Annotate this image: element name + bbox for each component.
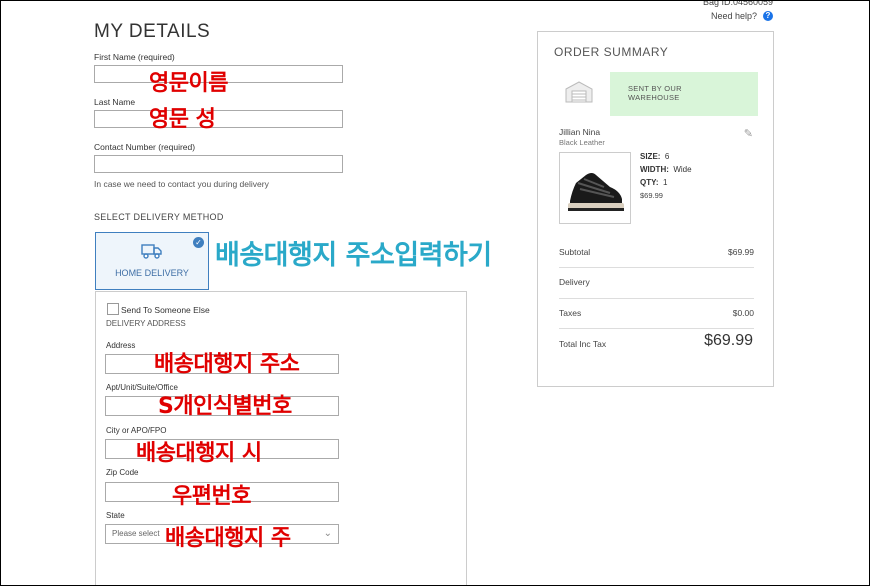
delivery-method-label: SELECT DELIVERY METHOD <box>94 212 224 222</box>
edit-pencil-icon[interactable]: ✎ <box>744 127 753 140</box>
delivery-address-heading: DELIVERY ADDRESS <box>106 319 186 328</box>
contact-number-label: Contact Number (required) <box>94 142 196 152</box>
width-label: WIDTH: <box>640 165 669 174</box>
qty-label: QTY: <box>640 178 659 187</box>
annotation-state: 배송대행지 주 <box>165 526 291 551</box>
home-delivery-option[interactable]: ✓ HOME DELIVERY <box>95 232 209 290</box>
warehouse-text: WAREHOUSE <box>628 93 680 102</box>
width-value: Wide <box>673 165 692 174</box>
state-label: State <box>106 511 125 520</box>
total-value: $69.99 <box>704 332 753 349</box>
page-title: MY DETAILS <box>94 21 211 42</box>
subtotal-row: Subtotal $69.99 <box>559 247 754 257</box>
sandal-icon <box>568 173 624 211</box>
chevron-down-icon: ⌄ <box>323 528 332 539</box>
delivery-label: Delivery <box>559 277 590 287</box>
delivery-row: Delivery <box>559 277 754 287</box>
sent-by-warehouse-badge: SENT BY OUR WAREHOUSE <box>610 72 758 116</box>
subtotal-label: Subtotal <box>559 247 591 257</box>
product-image <box>559 152 631 224</box>
last-name-label: Last Name <box>94 97 136 107</box>
total-label: Total Inc Tax <box>559 339 607 349</box>
send-someone-else-checkbox[interactable] <box>107 303 119 315</box>
contact-hint: In case we need to contact you during de… <box>94 179 269 189</box>
contact-number-input[interactable] <box>94 155 343 173</box>
city-label: City or APO/FPO <box>106 426 167 435</box>
product-name: Jillian Nina <box>559 127 601 137</box>
order-summary-title: ORDER SUMMARY <box>554 45 669 59</box>
bag-id: Bag ID:04560059 <box>702 0 773 7</box>
checkout-page: Bag ID:04560059 Need help? ? MY DETAILS … <box>0 0 870 586</box>
annotation-delivery-method: 배송대행지 주소입력하기 <box>215 240 492 271</box>
zip-label: Zip Code <box>106 468 139 477</box>
item-price: $69.99 <box>640 191 663 200</box>
annotation-address: 배송대행지 주소 <box>154 352 300 377</box>
subtotal-value: $69.99 <box>728 247 754 257</box>
need-help-text: Need help? <box>710 11 757 21</box>
annotation-last-name: 영문 성 <box>149 107 216 132</box>
warehouse-icon <box>565 81 593 103</box>
address-label: Address <box>106 341 136 350</box>
annotation-city: 배송대행지 시 <box>136 441 262 466</box>
taxes-row: Taxes $0.00 <box>559 308 754 318</box>
order-summary-panel: ORDER SUMMARY SENT BY OUR WAREHOUSE Jill… <box>537 31 774 387</box>
need-help-link[interactable]: Need help? ? <box>703 9 773 23</box>
last-name-input[interactable] <box>94 110 343 128</box>
size-value: 6 <box>664 152 670 161</box>
header-meta: Bag ID:04560059 Need help? ? <box>702 0 773 23</box>
divider <box>559 328 754 329</box>
truck-icon <box>141 244 162 259</box>
first-name-label: First Name (required) <box>94 52 175 62</box>
annotation-zip: 우편번호 <box>172 484 251 509</box>
send-someone-else-label: Send To Someone Else <box>121 305 210 315</box>
home-delivery-label: HOME DELIVERY <box>115 268 189 278</box>
annotation-first-name: 영문이름 <box>149 71 228 96</box>
selected-check-icon: ✓ <box>193 237 204 248</box>
qty-value: 1 <box>662 178 668 187</box>
help-icon: ? <box>763 11 773 21</box>
taxes-value: $0.00 <box>732 308 754 318</box>
size-label: SIZE: <box>640 152 661 161</box>
product-color: Black Leather <box>559 138 605 147</box>
divider <box>559 298 754 299</box>
divider <box>559 267 754 268</box>
state-placeholder: Please select <box>112 529 160 538</box>
taxes-label: Taxes <box>559 308 582 318</box>
annotation-apt: S개인식별번호 <box>158 394 292 419</box>
sent-by-text: SENT BY OUR <box>628 84 682 93</box>
